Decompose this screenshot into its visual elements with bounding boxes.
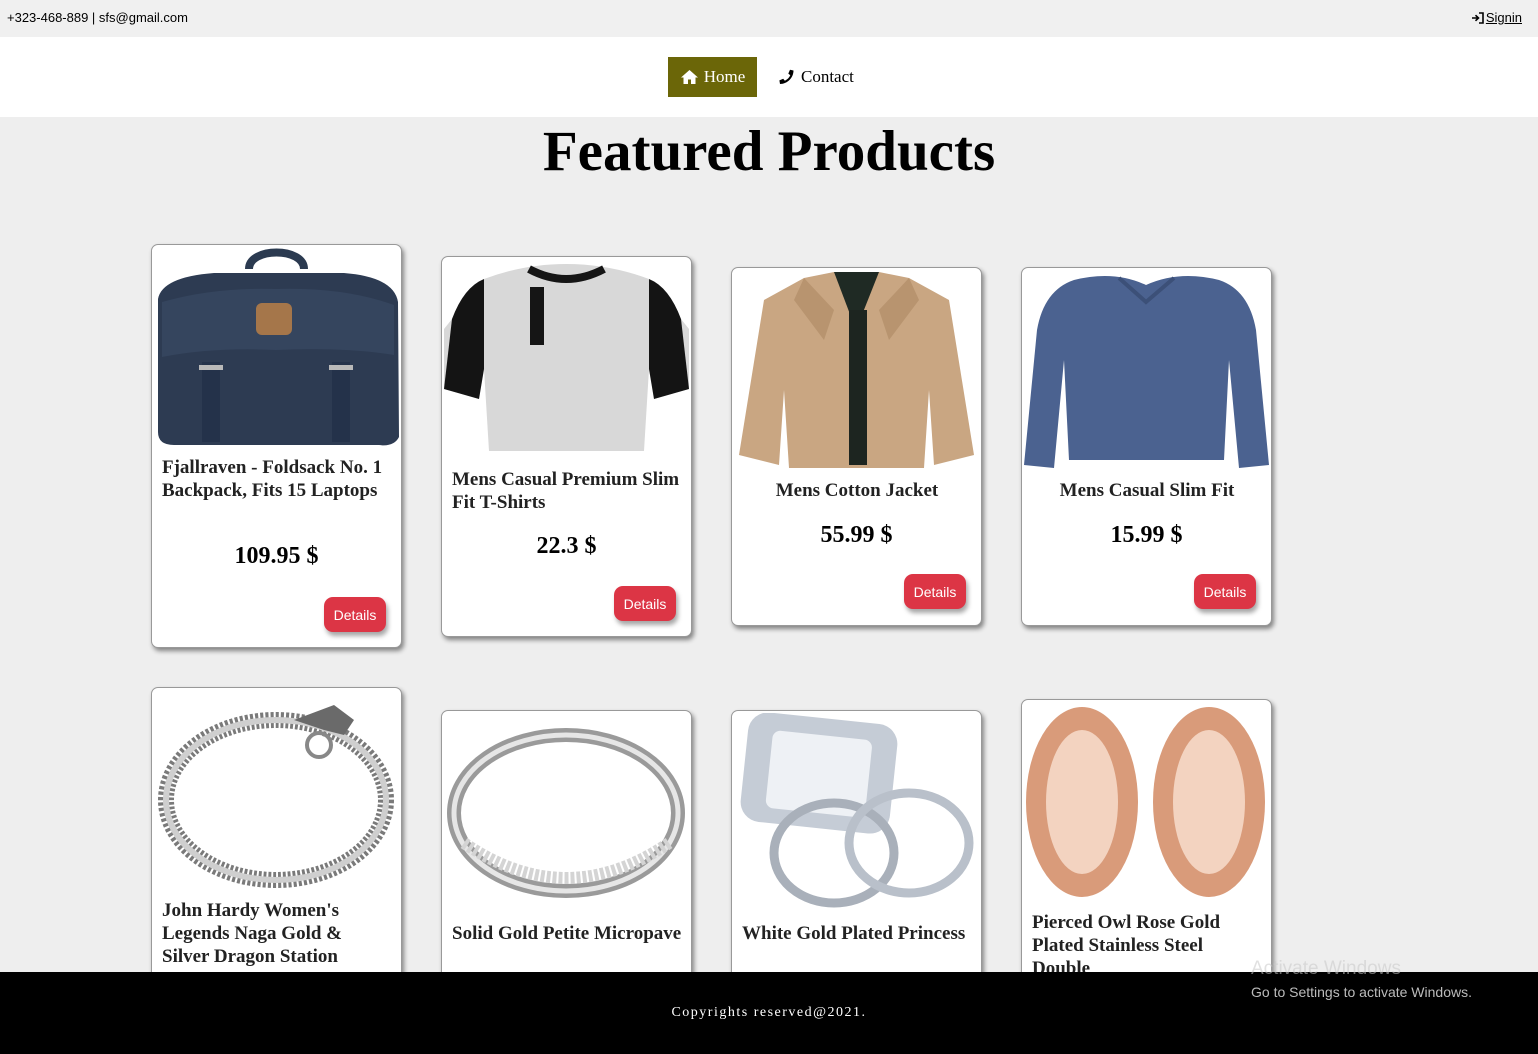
product-price: 55.99 $	[820, 522, 893, 548]
product-name: Fjallraven - Foldsack No. 1 Backpack, Fi…	[162, 457, 383, 501]
product-price: 109.95 $	[234, 543, 319, 569]
page-title: Featured Products	[542, 120, 996, 183]
top-bar: +323-468-889 | sfs@gmail.com Signin	[0, 0, 1538, 37]
signin-label: Signin	[1485, 10, 1522, 25]
copyright-text: Copyrights reserved@2021.	[671, 1005, 867, 1020]
product-card: John Hardy Women's Legends Naga Gold & S…	[151, 687, 402, 1009]
home-icon	[680, 70, 698, 84]
product-card: Mens Casual Slim Fit 15.99 $ Details	[1021, 267, 1272, 626]
details-button[interactable]: Details	[324, 597, 386, 632]
watermark-title: Activate Windows	[1251, 958, 1401, 979]
nav-contact-label: Contact	[801, 67, 854, 86]
product-name: Solid Gold Petite Micropave	[452, 923, 682, 944]
product-name: John Hardy Women's Legends Naga Gold & S…	[162, 900, 342, 967]
nav-bar: Home Contact	[0, 37, 1538, 117]
backpack-image	[158, 248, 399, 446]
signin-link[interactable]: Signin	[1471, 10, 1522, 25]
product-name: Mens Casual Slim Fit	[1059, 480, 1235, 501]
details-button[interactable]: Details	[904, 574, 966, 609]
windows-activation-watermark: Activate Windows Go to Settings to activ…	[1251, 958, 1472, 1000]
product-name: Pierced Owl Rose Gold Plated Stainless S…	[1032, 912, 1221, 979]
product-name: Mens Casual Premium Slim Fit T-Shirts	[452, 469, 680, 513]
nav-home-button[interactable]: Home	[668, 57, 757, 97]
phone-icon	[779, 69, 794, 84]
jacket-image	[739, 272, 974, 468]
nav-contact-button[interactable]: Contact	[778, 57, 854, 97]
product-card: Solid Gold Petite Micropave	[441, 710, 692, 1012]
product-card: Mens Casual Premium Slim Fit T-Shirts 22…	[441, 256, 692, 637]
product-price: 15.99 $	[1110, 522, 1183, 548]
watermark-subtitle: Go to Settings to activate Windows.	[1251, 984, 1472, 1000]
product-card: White Gold Plated Princess	[731, 710, 982, 1012]
product-card: Fjallraven - Foldsack No. 1 Backpack, Fi…	[151, 244, 402, 648]
nav-home-label: Home	[703, 67, 746, 86]
product-price: 22.3 $	[536, 533, 597, 559]
product-card: Pierced Owl Rose Gold Plated Stainless S…	[1021, 699, 1272, 1011]
raglan-tshirt-image	[444, 264, 689, 451]
diamond-ring-set-image	[740, 713, 974, 908]
product-name: Mens Cotton Jacket	[775, 480, 939, 501]
long-sleeve-shirt-image	[1024, 276, 1269, 468]
dragon-bracelet-image	[158, 705, 394, 888]
details-button[interactable]: Details	[1194, 574, 1256, 609]
rose-gold-tunnels-image	[1026, 707, 1265, 897]
product-card: Mens Cotton Jacket 55.99 $ Details	[731, 267, 982, 626]
details-button[interactable]: Details	[614, 586, 676, 621]
contact-info: +323-468-889 | sfs@gmail.com	[7, 10, 188, 25]
signin-icon	[1471, 11, 1484, 24]
ring-image	[447, 728, 685, 898]
product-name: White Gold Plated Princess	[742, 923, 966, 944]
